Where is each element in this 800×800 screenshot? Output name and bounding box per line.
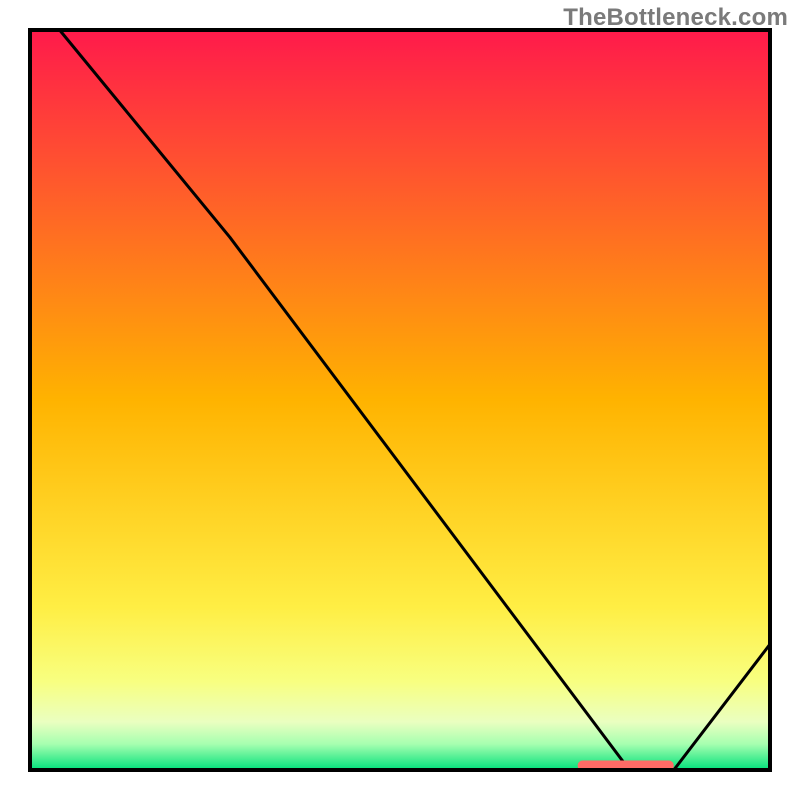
bottleneck-chart xyxy=(0,0,800,800)
chart-container: TheBottleneck.com xyxy=(0,0,800,800)
watermark-text: TheBottleneck.com xyxy=(563,4,788,32)
gradient-background xyxy=(30,30,770,770)
